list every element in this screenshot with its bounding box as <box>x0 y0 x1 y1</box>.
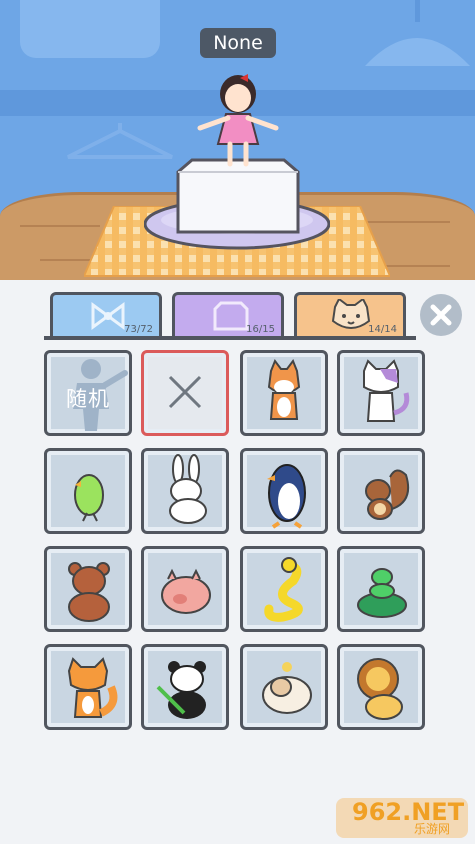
bow-icon <box>91 302 125 330</box>
grid-item-parrot[interactable] <box>44 448 132 534</box>
tab-divider <box>44 336 416 340</box>
hanging-lamp-icon <box>365 0 470 66</box>
shiba-dog-icon <box>267 358 301 420</box>
squirrel-icon <box>365 469 410 520</box>
grid-item-pig[interactable] <box>141 546 229 632</box>
box-icon <box>213 301 249 331</box>
grid-item-sheep[interactable] <box>240 644 328 730</box>
grid-item-random[interactable]: 随机 <box>44 350 132 436</box>
grid-item-shiba-dog[interactable] <box>240 350 328 436</box>
sheep-icon <box>262 662 312 714</box>
tab-count-bow: 73/72 <box>124 324 153 335</box>
parrot-icon <box>74 474 104 522</box>
cross-icon <box>168 375 202 409</box>
tab-box[interactable]: 16/15 <box>172 292 284 338</box>
tab-count-pet: 14/14 <box>368 324 397 335</box>
grid-item-snake[interactable] <box>240 546 328 632</box>
lion-icon <box>357 658 403 720</box>
bear-icon <box>68 562 110 622</box>
grid-item-rabbit[interactable] <box>141 448 229 534</box>
grid-item-purple-cat[interactable] <box>337 350 425 436</box>
grid-item-squirrel[interactable] <box>337 448 425 534</box>
girl-character <box>197 74 279 167</box>
grid-item-bear[interactable] <box>44 546 132 632</box>
cat-face-icon <box>331 299 371 329</box>
cat-icon <box>363 359 410 422</box>
grid-item-lion[interactable] <box>337 644 425 730</box>
tab-bow[interactable]: 73/72 <box>50 292 162 338</box>
wall-window <box>20 0 160 58</box>
pig-icon <box>161 568 211 614</box>
rabbit-icon <box>169 454 207 524</box>
penguin-icon <box>267 464 306 529</box>
frog-turtle-icon <box>357 568 407 618</box>
scene-background: None <box>0 0 475 290</box>
panda-icon <box>156 661 206 719</box>
fox-icon <box>67 657 118 718</box>
close-button[interactable] <box>420 294 462 336</box>
snake-icon <box>264 557 303 622</box>
tab-count-box: 16/15 <box>246 324 275 335</box>
grid-item-none[interactable] <box>141 350 229 436</box>
random-label: 随机 <box>66 387 110 411</box>
watermark-subtext: 乐游网 <box>414 822 451 836</box>
grid-item-panda[interactable] <box>141 644 229 730</box>
tab-pet[interactable]: 14/14 <box>294 292 406 338</box>
name-label: None <box>200 28 276 58</box>
close-icon <box>430 304 452 326</box>
grid-item-fox[interactable] <box>44 644 132 730</box>
grid-item-frog-turtle[interactable] <box>337 546 425 632</box>
hanger-icon <box>67 123 173 159</box>
grid-item-penguin[interactable] <box>240 448 328 534</box>
